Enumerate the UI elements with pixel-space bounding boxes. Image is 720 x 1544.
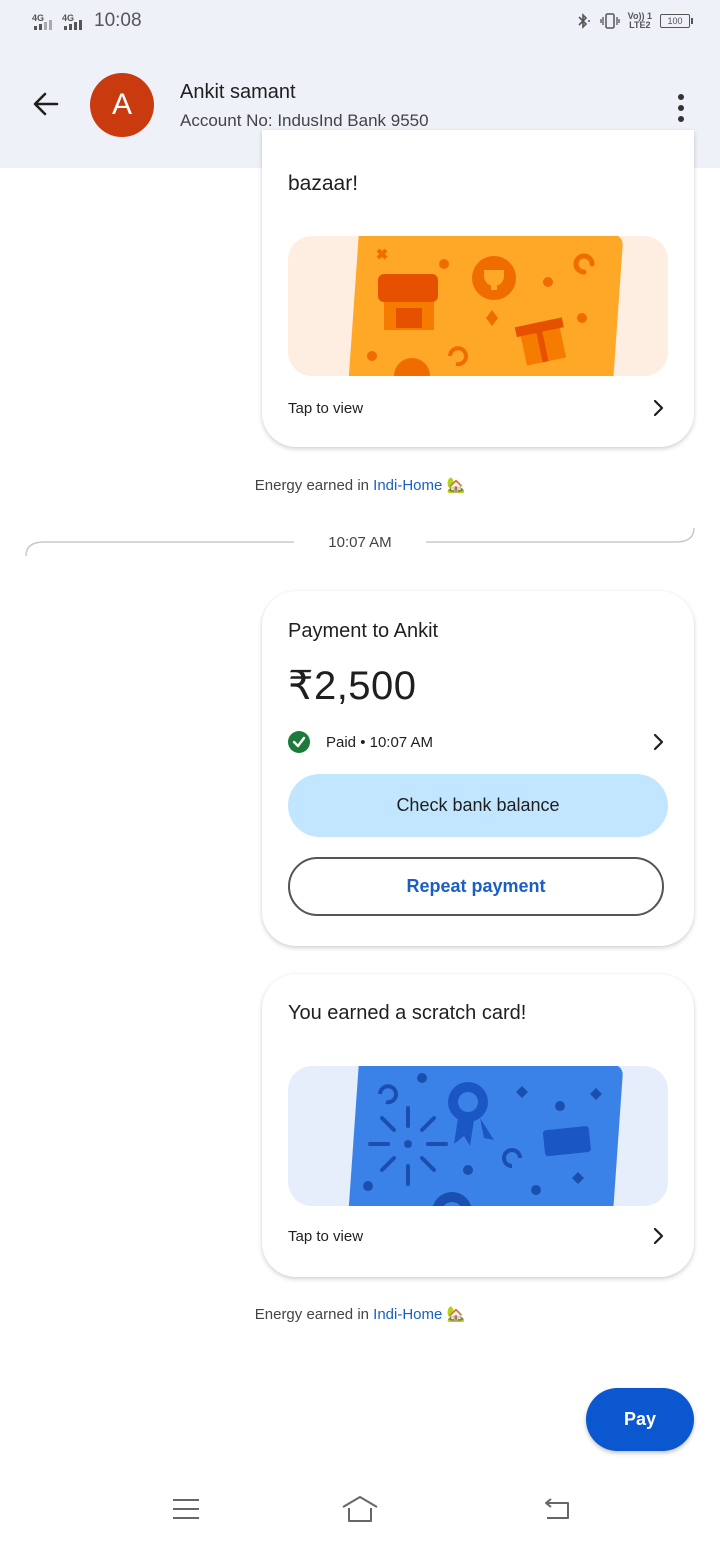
recent-apps-button[interactable] [164,1492,208,1526]
account-number: Account No: IndusInd Bank 9550 [180,111,429,130]
scratch-card-message-1[interactable]: bazaar! Tap to view [262,130,694,447]
back-nav-button[interactable] [534,1492,578,1526]
tap-to-view-row[interactable]: Tap to view [288,1221,668,1251]
home-button[interactable] [338,1492,382,1526]
energy-prefix: Energy earned in [254,477,374,494]
menu-icon [173,1499,199,1519]
signal-icon-2: 4G [62,11,86,31]
indi-home-link[interactable]: Indi-Home [373,1306,442,1323]
payment-status-row[interactable]: Paid • 10:07 AM [288,727,668,757]
status-bar-left: 4G 4G 10:08 [32,10,142,32]
back-button[interactable] [26,84,66,124]
scratch-card-title: You earned a scratch card! [288,1002,527,1024]
volte-indicator: Vo)) 1 LTE2 [627,11,652,30]
home-icon [342,1496,378,1522]
signal-icon-1: 4G [32,11,56,31]
scratch-card-message-2[interactable]: You earned a scratch card! Tap to view [262,974,694,1277]
contact-name[interactable]: Ankit samant [180,81,296,104]
chevron-right-icon [653,1227,664,1245]
payment-status-text: Paid • 10:07 AM [326,733,433,751]
house-emoji-icon: 🏡 [446,1306,466,1323]
vibrate-icon [600,13,620,29]
energy-earned-note-1: Energy earned in Indi-Home 🏡 [0,476,720,494]
payment-amount: ₹2,500 [288,664,417,708]
scratch-card-title: bazaar! [288,172,359,195]
chevron-right-icon [653,733,664,751]
tap-to-view-label: Tap to view [288,1227,364,1245]
scratch-card-image[interactable] [288,236,668,376]
more-options-button[interactable] [668,88,694,128]
status-bar-right: Vo)) 1 LTE2 100 [574,11,693,30]
tap-to-view-row[interactable]: Tap to view [288,393,668,423]
clock: 10:08 [94,10,142,31]
pay-button[interactable]: Pay [586,1388,694,1451]
indi-home-link[interactable]: Indi-Home [373,477,442,494]
repeat-payment-button[interactable]: Repeat payment [288,857,664,916]
bluetooth-icon [578,13,590,29]
system-navigation-bar [0,1470,720,1544]
chevron-right-icon [653,399,664,417]
payment-title: Payment to Ankit [288,620,439,642]
energy-earned-note-2: Energy earned in Indi-Home 🏡 [0,1305,720,1323]
blue-scratch-card-illustration [346,1066,623,1206]
tap-to-view-label: Tap to view [288,399,364,417]
check-bank-balance-button[interactable]: Check bank balance [288,774,668,837]
battery-icon: 100 [660,14,693,28]
status-bar: 4G 4G 10:08 Vo)) 1 LTE2 100 [0,0,720,44]
avatar[interactable]: A [90,73,154,137]
scratch-card-image[interactable] [288,1066,668,1206]
arrow-back-icon [33,92,59,116]
house-emoji-icon: 🏡 [446,477,466,494]
check-circle-icon [288,731,310,753]
time-divider-label: 10:07 AM [328,534,392,551]
payment-message-card[interactable]: Payment to Ankit ₹2,500 Paid • 10:07 AM … [262,591,694,946]
orange-scratch-card-illustration [346,236,623,376]
energy-prefix: Energy earned in [254,1306,374,1323]
back-icon [545,1498,569,1519]
